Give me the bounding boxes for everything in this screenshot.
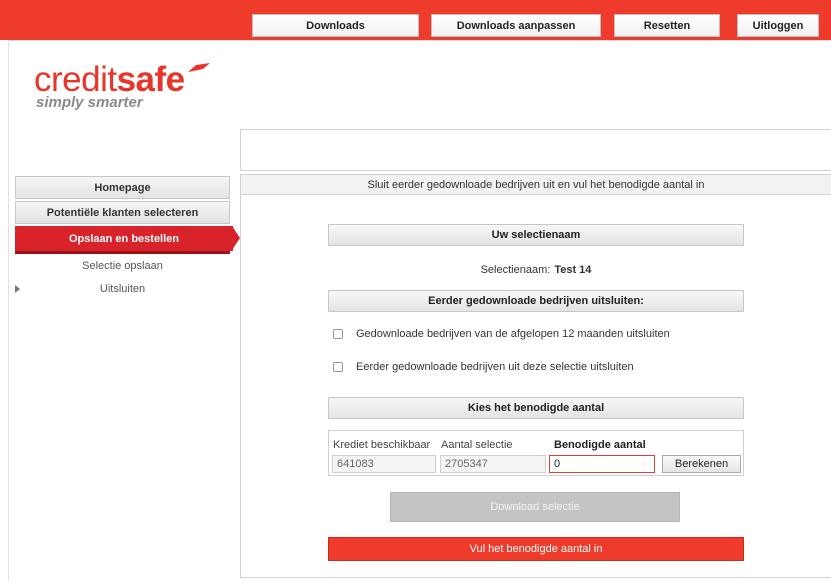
logo-wordmark: creditsafe <box>34 62 210 98</box>
toolbar <box>240 129 831 171</box>
sidebar-subitem-exclude[interactable]: Uitsluiten <box>15 281 230 297</box>
logo-swoosh-icon <box>187 63 210 72</box>
checkbox-12-months[interactable] <box>333 329 343 339</box>
sidebar-item-save-order[interactable]: Opslaan en bestellen <box>15 226 233 251</box>
amount-calculator: Krediet beschikbaar Aantal selectie Beno… <box>328 430 744 476</box>
download-selection-button[interactable]: Download selectie <box>390 492 680 522</box>
section-selection-name: Uw selectienaam <box>328 224 744 246</box>
credit-available-label: Krediet beschikbaar <box>333 439 431 451</box>
sidebar-item-select-prospects[interactable]: Potentiële klanten selecteren <box>15 201 230 224</box>
selection-name-value: Test 14 <box>554 264 592 276</box>
section-choose-amount: Kies het benodigde aantal <box>328 397 744 419</box>
calculate-button[interactable]: Berekenen <box>662 455 741 473</box>
downloads-button[interactable]: Downloads <box>252 14 419 37</box>
checkbox-row-12-months[interactable]: Gedownloade bedrijven van de afgelopen 1… <box>333 326 670 342</box>
required-amount-label: Benodigde aantal <box>554 439 646 451</box>
selection-name-label: Selectienaam: <box>480 264 551 276</box>
active-item-shadow <box>15 251 230 254</box>
downloads-adjust-button[interactable]: Downloads aanpassen <box>431 14 601 37</box>
sidebar-subitem-save-selection[interactable]: Selectie opslaan <box>15 258 230 274</box>
checkbox-row-this-selection[interactable]: Eerder gedownloade bedrijven uit deze se… <box>333 359 634 375</box>
active-pointer-icon <box>232 226 240 250</box>
checkbox-this-selection-label: Eerder gedownloade bedrijven uit deze se… <box>356 361 634 373</box>
credit-available-field: 641083 <box>332 455 436 473</box>
selection-count-label: Aantal selectie <box>441 439 513 451</box>
error-message-bar: Vul het benodigde aantal in <box>328 537 744 561</box>
reset-button[interactable]: Resetten <box>614 14 720 37</box>
checkbox-12-months-label: Gedownloade bedrijven van de afgelopen 1… <box>356 328 670 340</box>
checkbox-this-selection[interactable] <box>333 362 343 372</box>
required-amount-input[interactable]: 0 <box>549 455 655 473</box>
main-instruction-header: Sluit eerder gedownloade bedrijven uit e… <box>241 175 831 195</box>
logout-button[interactable]: Uitloggen <box>737 14 819 37</box>
sidebar-item-homepage[interactable]: Homepage <box>15 176 230 199</box>
selection-count-field: 2705347 <box>440 455 546 473</box>
creditsafe-logo[interactable]: creditsafe simply smarter <box>34 62 210 111</box>
left-border <box>8 40 9 581</box>
section-exclude-downloaded: Eerder gedownloade bedrijven uitsluiten: <box>328 290 744 312</box>
header-divider <box>8 40 831 41</box>
selection-name-line: Selectienaam: Test 14 <box>328 262 744 278</box>
